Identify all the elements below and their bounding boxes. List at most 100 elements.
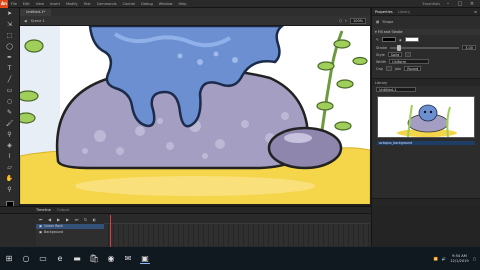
- line-icon[interactable]: ╱: [5, 76, 15, 84]
- minimize-icon[interactable]: –: [444, 1, 452, 7]
- eraser-icon[interactable]: ▱: [5, 164, 15, 172]
- file-explorer-icon[interactable]: ▬: [72, 254, 82, 264]
- app-logo: An: [0, 0, 8, 8]
- search-icon[interactable]: ○: [21, 254, 31, 264]
- stroke-value[interactable]: 3.00: [462, 45, 476, 50]
- workspace-select[interactable]: Essentials: [422, 2, 440, 6]
- style-row: Style Solid: [372, 51, 480, 58]
- center-stage-icon[interactable]: ⌖: [345, 19, 347, 23]
- layer-icon: ▣: [39, 230, 43, 234]
- stroke-color[interactable]: [381, 37, 396, 42]
- pen-icon[interactable]: ✒: [5, 54, 15, 62]
- tab-properties[interactable]: Properties: [375, 10, 393, 14]
- cap-select[interactable]: [385, 66, 392, 71]
- first-frame-icon[interactable]: ⏮: [38, 217, 43, 222]
- fill-color[interactable]: [404, 37, 419, 42]
- rect-icon[interactable]: ▭: [5, 87, 15, 95]
- stroke-slider[interactable]: [390, 44, 460, 51]
- chrome-icon[interactable]: ◉: [106, 254, 116, 264]
- library-thumbnail: [397, 104, 457, 138]
- tab-library[interactable]: Library: [398, 10, 410, 14]
- menu-commands[interactable]: Commands: [97, 2, 117, 6]
- stroke-slider-knob[interactable]: [397, 44, 402, 51]
- menu-file[interactable]: File: [11, 2, 17, 6]
- maximize-icon[interactable]: □: [456, 1, 464, 7]
- back-arrow-icon[interactable]: ◀: [24, 19, 27, 23]
- animate-app-icon[interactable]: ▣: [140, 254, 150, 264]
- eyedropper-icon[interactable]: ⌇: [5, 153, 15, 161]
- lasso-icon[interactable]: ◯: [5, 43, 15, 51]
- frame-grid[interactable]: [104, 224, 370, 246]
- symbol-icon[interactable]: ⬡: [339, 19, 342, 23]
- width-select[interactable]: Uniform: [389, 59, 430, 64]
- bone-icon[interactable]: ⚲: [5, 131, 15, 139]
- menu-bar: An File Edit View Insert Modify Text Com…: [0, 0, 480, 8]
- library-document-select[interactable]: Untitled-1: [376, 87, 416, 92]
- menu-text[interactable]: Text: [84, 2, 91, 6]
- prev-frame-icon[interactable]: ◀: [47, 217, 52, 222]
- windows-start-icon[interactable]: ⊞: [4, 254, 14, 264]
- menu-debug[interactable]: Debug: [141, 2, 153, 6]
- clock-date: 12/1/2019: [450, 258, 469, 263]
- text-icon[interactable]: T: [5, 65, 15, 73]
- playhead[interactable]: [110, 215, 111, 247]
- system-tray: 📶 🔊 9:54 AM 12/1/2019 ▢: [434, 254, 476, 264]
- last-frame-icon[interactable]: ⏭: [74, 217, 79, 222]
- menu-view[interactable]: View: [36, 2, 44, 6]
- clock[interactable]: 9:54 AM 12/1/2019: [450, 254, 468, 264]
- oval-icon[interactable]: ○: [5, 98, 15, 106]
- panel-menu-icon[interactable]: ≡: [474, 10, 477, 14]
- library-bottom-bar: [372, 198, 480, 206]
- style-select[interactable]: Solid: [387, 52, 403, 57]
- close-icon[interactable]: ×: [468, 1, 476, 7]
- stroke-label: Stroke: [376, 45, 388, 50]
- menu-edit[interactable]: Edit: [23, 2, 30, 6]
- mail-icon[interactable]: ✉: [123, 254, 133, 264]
- hand-icon[interactable]: ✋: [5, 175, 15, 183]
- shape-icon: ▦: [376, 20, 380, 24]
- timeline-tabs: Timeline Output: [0, 207, 371, 214]
- bucket-icon[interactable]: ◈: [5, 142, 15, 150]
- menu-control[interactable]: Control: [123, 2, 136, 6]
- document-tab[interactable]: Untitled-1*: [20, 9, 52, 16]
- edge-browser-icon[interactable]: e: [55, 254, 65, 264]
- layer-row[interactable]: ▣ Ocean Rock: [36, 224, 104, 229]
- animate-window: An File Edit View Insert Modify Text Com…: [0, 0, 480, 270]
- store-icon[interactable]: 🛍: [89, 254, 99, 264]
- menu-window[interactable]: Window: [159, 2, 173, 6]
- onion-skin-icon[interactable]: ◐: [92, 217, 97, 222]
- task-view-icon[interactable]: ▭: [38, 254, 48, 264]
- library-title[interactable]: Library: [375, 81, 387, 85]
- menu-modify[interactable]: Modify: [66, 2, 78, 6]
- library-header: Library: [372, 78, 480, 86]
- library-preview: [377, 96, 475, 138]
- transform-icon[interactable]: ⬚: [5, 32, 15, 40]
- stage-canvas[interactable]: [20, 26, 370, 206]
- zoom-icon[interactable]: ⚲: [5, 186, 15, 194]
- loop-icon[interactable]: ↻: [83, 217, 88, 222]
- play-icon[interactable]: ▶: [56, 217, 61, 222]
- cap-row: Cap Join Round: [372, 65, 480, 72]
- menu-help[interactable]: Help: [179, 2, 187, 6]
- zoom-select[interactable]: 100%: [349, 17, 366, 24]
- network-icon[interactable]: 📶: [434, 257, 438, 261]
- pencil-color-icon: ✎: [376, 37, 379, 42]
- volume-icon[interactable]: 🔊: [442, 257, 446, 261]
- join-select[interactable]: Round: [404, 66, 422, 71]
- tab-output[interactable]: Output: [57, 208, 69, 212]
- layer-name: Ocean Rock: [44, 224, 63, 228]
- layer-icon: ▣: [39, 224, 43, 228]
- menu-insert[interactable]: Insert: [50, 2, 60, 6]
- tab-timeline[interactable]: Timeline: [36, 208, 51, 212]
- layer-row[interactable]: ▣ Background: [36, 230, 104, 235]
- arrow-icon[interactable]: ➤: [5, 10, 15, 18]
- layer-name: Background: [44, 230, 64, 234]
- next-frame-icon[interactable]: ▶: [65, 217, 70, 222]
- library-item[interactable]: octopus_background: [377, 141, 475, 145]
- style-label: Style: [376, 52, 385, 57]
- pencil-icon[interactable]: ✎: [5, 109, 15, 117]
- edit-style-button[interactable]: [405, 52, 412, 57]
- brush-icon[interactable]: 🖌: [5, 120, 15, 128]
- subselect-icon[interactable]: ⇲: [5, 21, 15, 29]
- notification-icon[interactable]: ▢: [473, 257, 476, 261]
